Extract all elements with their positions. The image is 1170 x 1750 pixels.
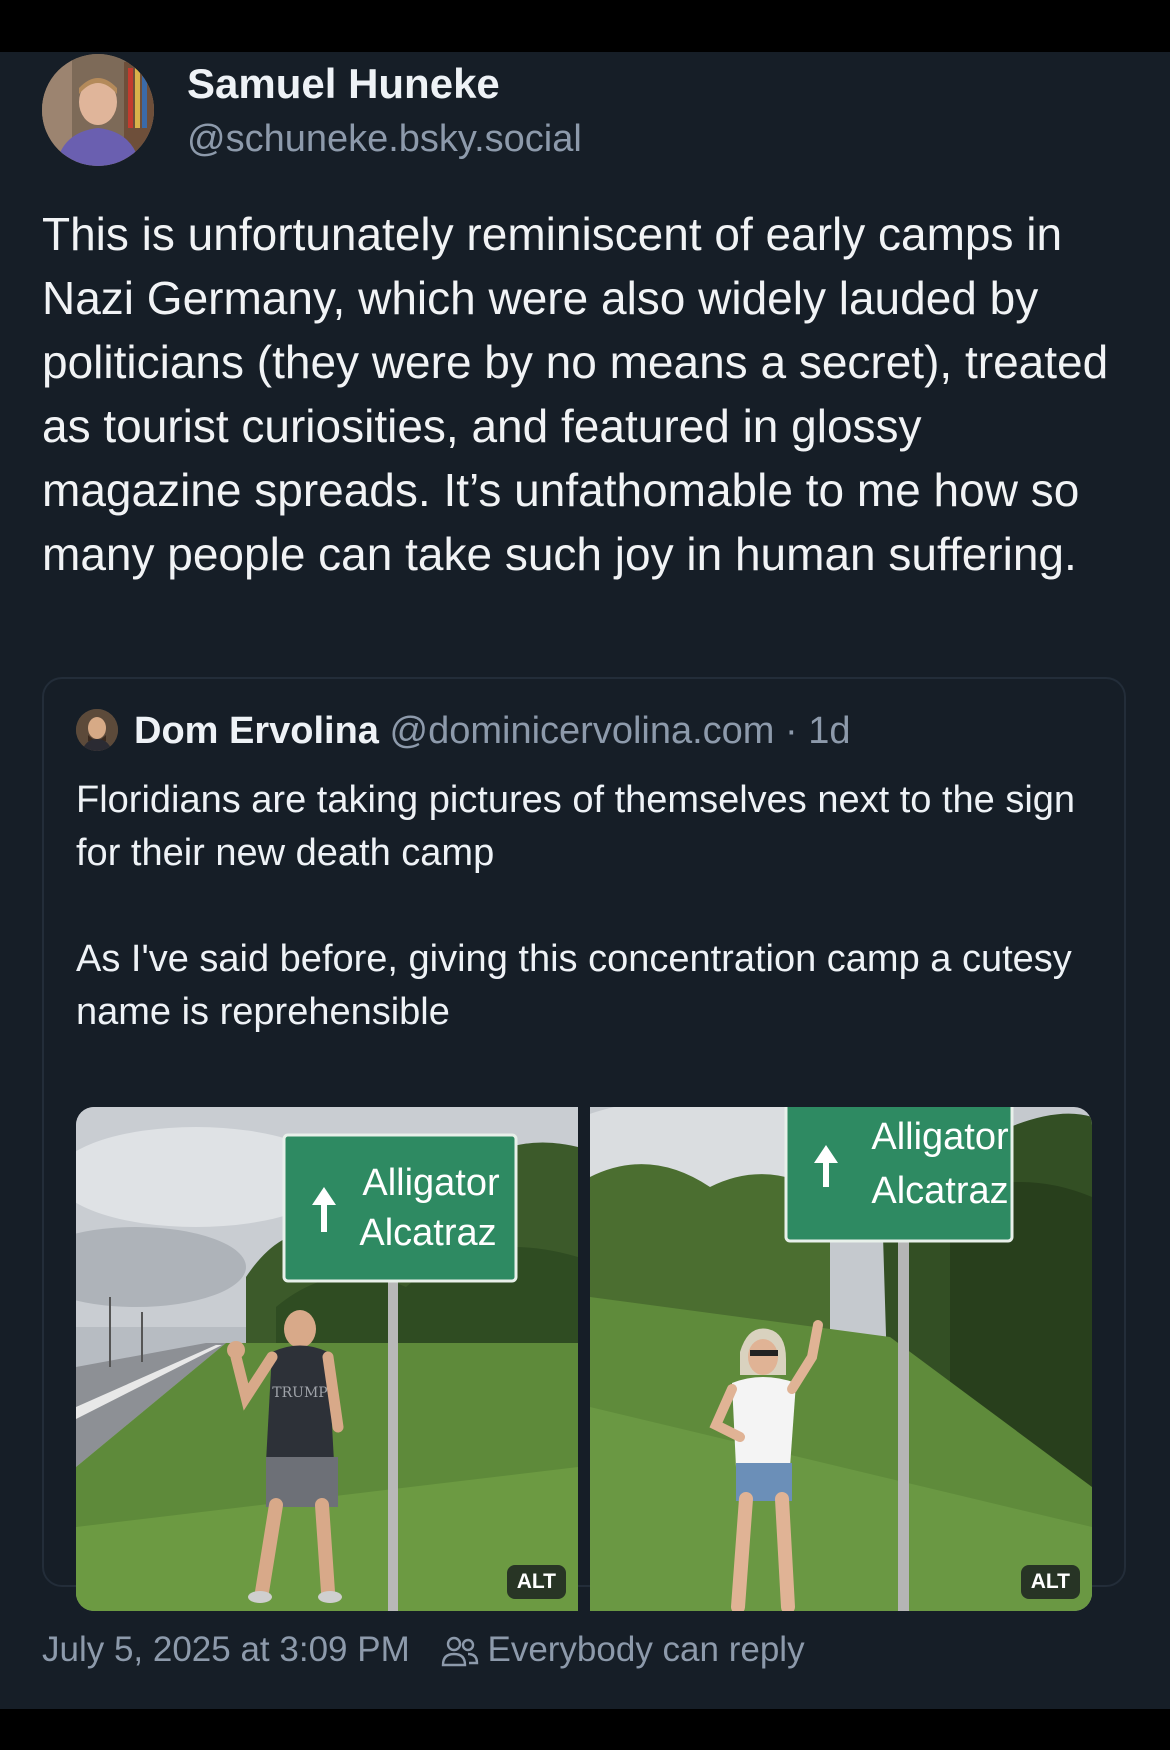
author-handle[interactable]: @schuneke.bsky.social: [187, 118, 582, 161]
quoted-author-avatar[interactable]: [76, 709, 118, 751]
quoted-post-time[interactable]: 1d: [808, 710, 850, 752]
quoted-author-handle[interactable]: @dominicervolina.com: [390, 710, 775, 752]
photo-man-by-sign[interactable]: Alligator Alcatraz TRUMP ALT: [76, 1107, 578, 1611]
quoted-paragraph: As I've said before, giving this concent…: [76, 938, 1072, 1033]
quoted-paragraph: Floridians are taking pictures of themse…: [76, 779, 1076, 874]
sign-text-line2: Alcatraz: [359, 1212, 496, 1254]
reply-setting[interactable]: Everybody can reply: [487, 1630, 804, 1669]
author-name[interactable]: Samuel Huneke: [187, 60, 500, 108]
bottom-bar: [0, 1709, 1170, 1750]
post-card: Samuel Huneke @schuneke.bsky.social This…: [0, 52, 1170, 1709]
post-timestamp[interactable]: July 5, 2025 at 3:09 PM: [42, 1630, 410, 1669]
shirt-text: TRUMP: [272, 1385, 327, 1401]
sign-text-line2: Alcatraz: [871, 1170, 1008, 1212]
people-icon: [441, 1635, 479, 1676]
alt-text-button[interactable]: ALT: [1020, 1565, 1080, 1599]
header-separator: ·: [785, 710, 798, 752]
author-avatar[interactable]: [42, 54, 154, 166]
quoted-author-name[interactable]: Dom Ervolina: [134, 710, 379, 752]
alt-text-button[interactable]: ALT: [506, 1565, 566, 1599]
quoted-post-header: Dom Ervolina @dominicervolina.com · 1d: [134, 709, 851, 753]
quoted-post[interactable]: Dom Ervolina @dominicervolina.com · 1d F…: [42, 677, 1126, 1611]
sign-text-line1: Alligator: [362, 1162, 500, 1204]
quoted-post-text: Floridians are taking pictures of themse…: [76, 774, 1076, 1039]
post-text: This is unfortunately reminiscent of ear…: [42, 208, 1109, 580]
sign-text-line1: Alligator: [871, 1116, 1009, 1158]
photo-woman-by-sign[interactable]: Alligator Alcatraz ALT: [590, 1107, 1092, 1611]
post-meta: July 5, 2025 at 3:09 PM Everybody can re…: [42, 1630, 805, 1676]
quoted-post-images: Alligator Alcatraz TRUMP ALT Alligator A…: [76, 1107, 1092, 1611]
